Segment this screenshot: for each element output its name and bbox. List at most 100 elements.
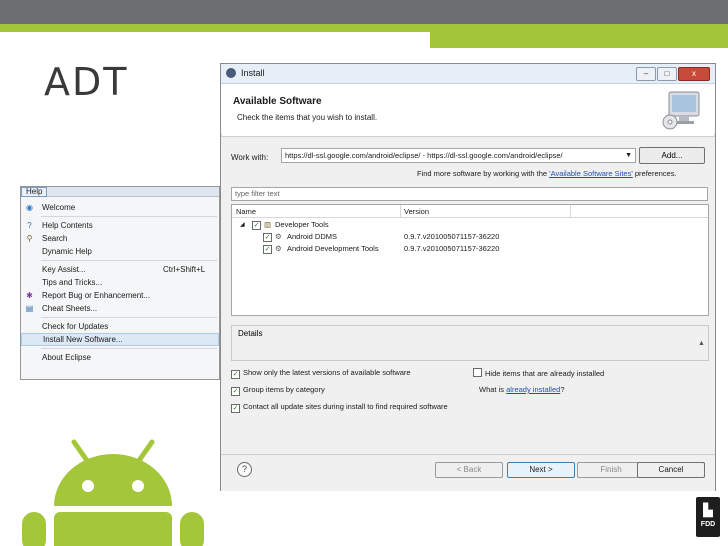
scroll-arrow-icon[interactable]: ▲ [698,340,706,348]
checkbox-developer-tools[interactable]: ✓ [252,221,261,230]
eclipse-icon [226,68,236,78]
option-label: Hide items that are already installed [485,369,605,378]
slide-title: ADT [44,60,129,104]
dialog-title-bar[interactable]: Install – □ x [221,64,715,84]
tree-item-version: 0.9.7.v201005071157-36220 [404,232,500,241]
menu-item-help-contents[interactable]: ? Help Contents [21,219,219,232]
dialog-title: Install [241,68,265,78]
find-more-prefix: Find more software by working with the [417,169,548,178]
option-label: Show only the latest versions of availab… [243,368,411,377]
details-label: Details [238,329,263,338]
menu-item-label: Key Assist... [42,265,86,274]
cancel-button[interactable]: Cancel [637,462,705,478]
menu-item-search[interactable]: ⚲ Search [21,232,219,245]
dialog-body: Work with: https://dl-ssl.google.com/and… [221,136,715,455]
tree-item-version: 0.9.7.v201005071157-36220 [404,244,500,253]
work-with-label: Work with: [231,153,269,162]
help-menu-title[interactable]: Help [21,187,48,197]
available-sites-link[interactable]: 'Available Software Sites' [549,169,633,178]
menu-separator [41,317,217,318]
finish-button[interactable]: Finish [577,462,645,478]
menu-item-label: Search [42,234,68,243]
menu-item-label: Report Bug or Enhancement... [42,291,151,300]
android-robot-image [22,439,204,546]
tree-row-developer-tools[interactable]: ◢ ✓ ▥ Developer Tools [232,219,708,231]
dialog-header: Available Software Check the items that … [221,84,715,134]
menu-item-install-new-software[interactable]: Install New Software... [21,333,219,346]
dialog-heading: Available Software [233,96,322,107]
slide-top-bar [0,0,728,24]
find-more-suffix: preferences. [634,169,677,178]
search-icon: ⚲ [26,234,33,243]
tree-item-label: Android DDMS [287,232,338,241]
tree-row-android-dev-tools[interactable]: ✓ ⚙ Android Development Tools 0.9.7.v201… [232,243,708,255]
install-dialog: Install – □ x Available Software Check t… [220,63,716,491]
menu-item-label: About Eclipse [42,353,91,362]
dialog-subheading: Check the items that you wish to install… [237,113,378,122]
help-icon[interactable]: ? [237,462,252,477]
menu-item-key-assist[interactable]: Key Assist... Ctrl+Shift+L [21,263,219,276]
tree-row-android-ddms[interactable]: ✓ ⚙ Android DDMS 0.9.7.v201005071157-362… [232,231,708,243]
help-icon: ? [27,221,32,230]
logo-mark-icon: ▙ [703,503,713,517]
menu-separator [41,216,217,217]
menu-item-label: Install New Software... [43,335,123,344]
tree-header: Name Version [232,205,708,218]
shortcut-label: Ctrl+Shift+L [163,265,206,274]
menu-bar: Help [21,187,219,197]
add-site-button[interactable]: Add... [639,147,705,164]
fdd-logo: ▙ FDD [696,497,720,537]
column-divider [400,205,401,217]
checkbox-hide-installed[interactable] [473,368,482,377]
menu-item-label: Dynamic Help [42,247,92,256]
option-group-by-category[interactable]: ✓ Group items by category [231,385,325,396]
menu-item-welcome[interactable]: ◉ Welcome [21,201,219,214]
cheat-sheet-icon: ▤ [25,304,34,313]
checkbox-show-latest[interactable]: ✓ [231,370,240,379]
checkbox-contact-sites[interactable]: ✓ [231,404,240,413]
minimize-button[interactable]: – [636,67,656,81]
logo-text: FDD [700,521,716,528]
chevron-down-icon: ▼ [625,152,632,159]
checkbox-android-dev-tools[interactable]: ✓ [263,245,272,254]
checkbox-group-by-category[interactable]: ✓ [231,387,240,396]
slide-accent-stripe [0,24,728,32]
column-divider [570,205,571,217]
bug-icon: ✱ [26,291,33,300]
menu-item-label: Check for Updates [42,322,109,331]
menu-separator [41,348,217,349]
expand-arrow-icon: ◢ [240,222,245,228]
close-button[interactable]: x [678,67,710,81]
menu-item-about[interactable]: About Eclipse [21,351,219,364]
menu-item-report-bug[interactable]: ✱ Report Bug or Enhancement... [21,289,219,302]
category-icon: ▥ [264,220,272,229]
menu-item-label: Tips and Tricks... [42,278,103,287]
help-menu: Help ◉ Welcome ? Help Contents ⚲ Search Dyn… [20,186,220,380]
option-contact-sites[interactable]: ✓ Contact all update sites during install… [231,402,448,413]
back-button[interactable]: < Back [435,462,503,478]
option-hide-installed[interactable]: Hide items that are already installed [473,368,604,378]
slide-accent-stripe-right [430,32,728,48]
tree-item-label: Developer Tools [275,220,329,229]
tree-item-label: Android Development Tools [287,244,379,253]
menu-item-dynamic-help[interactable]: Dynamic Help [21,245,219,258]
menu-item-check-updates[interactable]: Check for Updates [21,320,219,333]
filter-input[interactable]: type filter text [231,187,708,201]
what-is-suffix: ? [560,385,565,394]
maximize-button[interactable]: □ [657,67,677,81]
monitor-icon [662,91,700,130]
menu-item-tips[interactable]: Tips and Tricks... [21,276,219,289]
menu-item-cheat-sheets[interactable]: ▤ Cheat Sheets... [21,302,219,315]
column-name[interactable]: Name [236,207,256,216]
find-more-text: Find more software by working with the '… [417,169,677,178]
column-version[interactable]: Version [404,207,429,216]
checkbox-android-ddms[interactable]: ✓ [263,233,272,242]
next-button[interactable]: Next > [507,462,575,478]
option-label: Contact all update sites during install … [243,402,448,411]
option-show-latest[interactable]: ✓ Show only the latest versions of availa… [231,368,411,379]
software-tree: Name Version ◢ ✓ ▥ Developer Tools ✓ ⚙ A… [231,204,709,316]
menu-item-label: Help Contents [42,221,93,230]
already-installed-link[interactable]: already installed [506,385,560,394]
dialog-footer: ? < Back Next > Finish Cancel [221,454,715,491]
work-with-combo[interactable]: https://dl-ssl.google.com/android/eclips… [281,148,636,163]
